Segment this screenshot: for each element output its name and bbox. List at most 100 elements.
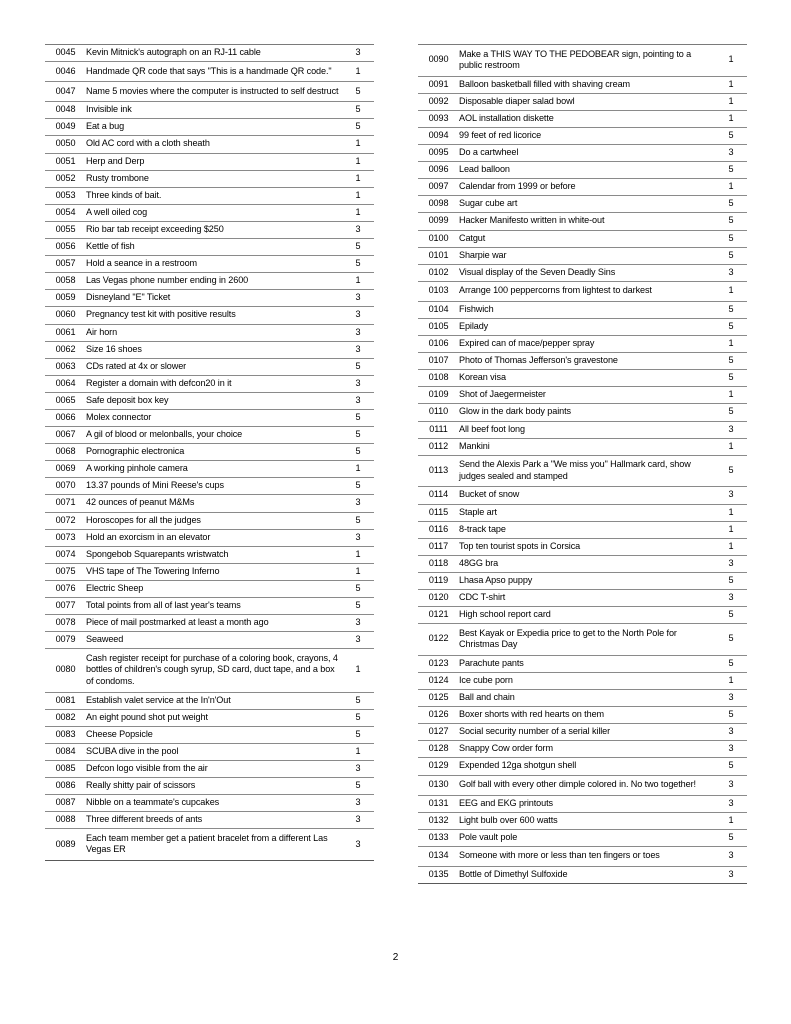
item-description: Snappy Cow order form bbox=[459, 743, 553, 754]
item-description: 42 ounces of peanut M&Ms bbox=[86, 497, 195, 508]
item-id: 0100 bbox=[428, 232, 449, 243]
table-row: 0065 Safe deposit box key 3 bbox=[45, 392, 374, 410]
item-id: 0086 bbox=[55, 780, 76, 791]
item-description: Three kinds of bait. bbox=[86, 189, 162, 200]
item-score: 1 bbox=[355, 745, 361, 756]
item-id: 0095 bbox=[428, 147, 449, 158]
item-description: Total points from all of last year's tea… bbox=[86, 600, 241, 610]
item-description: Top ten tourist spots in Corsica bbox=[459, 540, 581, 551]
item-id: 0056 bbox=[55, 241, 76, 252]
item-score: 3 bbox=[728, 850, 734, 861]
item-score: 5 bbox=[355, 104, 361, 115]
item-score: 3 bbox=[355, 497, 361, 508]
item-score: 1 bbox=[728, 523, 734, 534]
table-body-left: 0045 Kevin Mitnick's autograph on an RJ-1… bbox=[45, 45, 374, 861]
item-id: 0129 bbox=[428, 760, 449, 771]
item-description: Pole vault pole bbox=[459, 831, 518, 842]
item-id: 0057 bbox=[55, 258, 76, 269]
item-description: An eight pound shot put weight bbox=[86, 711, 208, 722]
item-score: 5 bbox=[355, 711, 361, 722]
item-id: 0128 bbox=[428, 743, 449, 754]
item-description: AOL installation diskette bbox=[459, 112, 554, 123]
item-description: Light bulb over 600 watts bbox=[459, 814, 558, 825]
table-row: 0069 A working pinhole camera 1 bbox=[45, 461, 374, 478]
table-row: 0053 Three kinds of bait. 1 bbox=[45, 187, 374, 205]
item-id: 0107 bbox=[428, 355, 449, 366]
item-id: 0049 bbox=[55, 121, 76, 132]
item-id: 0072 bbox=[55, 514, 76, 525]
item-id: 0121 bbox=[428, 609, 449, 620]
item-score: 5 bbox=[355, 360, 361, 371]
item-id: 0089 bbox=[55, 838, 76, 849]
item-description: Lead balloon bbox=[459, 164, 510, 175]
item-score: 3 bbox=[728, 489, 734, 500]
table-row: 0092 Disposable diaper salad bowl 1 bbox=[418, 93, 747, 111]
table-row: 0097 Calendar from 1999 or before 1 bbox=[418, 179, 747, 196]
table-row: 0061 Air horn 3 bbox=[45, 324, 374, 342]
table-row: 0056 Kettle of fish 5 bbox=[45, 239, 374, 256]
item-score: 1 bbox=[728, 440, 734, 451]
item-id: 0048 bbox=[55, 104, 76, 115]
item-id: 0122 bbox=[428, 633, 449, 644]
item-description: Pregnancy test kit with positive results bbox=[86, 309, 236, 320]
item-id: 0062 bbox=[55, 343, 76, 354]
item-id: 0093 bbox=[428, 112, 449, 123]
table-row: 0125 Ball and chain 3 bbox=[418, 690, 747, 707]
item-description: Really shitty pair of scissors bbox=[86, 780, 196, 791]
table-row: 0110 Glow in the dark body paints 5 bbox=[418, 404, 747, 422]
item-score: 5 bbox=[355, 258, 361, 269]
item-description: Hacker Manifesto written in white-out bbox=[459, 215, 605, 226]
item-description: Cheese Popsicle bbox=[86, 728, 153, 739]
item-description: Golf ball with every other dimple colore… bbox=[459, 779, 696, 790]
item-score: 3 bbox=[728, 797, 734, 808]
table-row: 0083 Cheese Popsicle 5 bbox=[45, 726, 374, 744]
table-row: 0088 Three different breeds of ants 3 bbox=[45, 812, 374, 829]
table-row: 0064 Register a domain with defcon20 in i… bbox=[45, 375, 374, 393]
item-id: 0076 bbox=[55, 582, 76, 593]
table-body-right: 0090 Make a THIS WAY TO THE PEDOBEAR sign… bbox=[418, 45, 747, 884]
item-score: 1 bbox=[728, 285, 734, 296]
item-id: 0045 bbox=[55, 47, 76, 57]
table-row: 0067 A gil of blood or melonballs, your c… bbox=[45, 427, 374, 444]
item-score: 5 bbox=[355, 480, 361, 491]
item-description: Rusty trombone bbox=[86, 172, 149, 183]
table-row: 0118 48GG bra 3 bbox=[418, 555, 747, 573]
table-row: 0113 Send the Alexis Park a "We miss you"… bbox=[418, 455, 747, 487]
item-id: 0083 bbox=[55, 728, 76, 739]
table-row: 0127 Social security number of a serial k… bbox=[418, 724, 747, 741]
item-description: 48GG bra bbox=[459, 557, 499, 568]
item-description: Shot of Jaegermeister bbox=[459, 389, 546, 400]
item-score: 1 bbox=[728, 540, 734, 551]
table-row: 0100 Catgut 5 bbox=[418, 230, 747, 248]
item-description: Best Kayak or Expedia price to get to th… bbox=[459, 627, 677, 650]
item-id: 0070 bbox=[55, 480, 76, 491]
item-score: 3 bbox=[728, 592, 734, 602]
table-row: 0048 Invisible ink 5 bbox=[45, 102, 374, 119]
item-id: 0046 bbox=[55, 65, 76, 76]
item-score: 1 bbox=[355, 138, 361, 149]
item-description: Visual display of the Seven Deadly Sins bbox=[459, 266, 616, 277]
left-column: 0045 Kevin Mitnick's autograph on an RJ-1… bbox=[45, 44, 374, 861]
item-description: Cash register receipt for purchase of a … bbox=[86, 652, 338, 686]
table-row: 0101 Sharpie war 5 bbox=[418, 247, 747, 265]
item-description: A well oiled cog bbox=[86, 206, 148, 217]
item-id: 0112 bbox=[428, 440, 449, 451]
item-description: Someone with more or less than ten finge… bbox=[459, 850, 660, 861]
item-id: 0109 bbox=[428, 389, 449, 400]
item-id: 0114 bbox=[428, 489, 449, 500]
item-score: 1 bbox=[728, 78, 734, 89]
item-description: Each team member get a patient bracelet … bbox=[86, 832, 328, 855]
item-score: 3 bbox=[355, 292, 361, 303]
table-row: 0103 Arrange 100 peppercorns from lightes… bbox=[418, 281, 747, 302]
table-row: 0045 Kevin Mitnick's autograph on an RJ-1… bbox=[45, 45, 374, 62]
item-description: Hold an exorcism in an elevator bbox=[86, 531, 211, 542]
item-id: 0104 bbox=[428, 303, 449, 314]
table-row: 0059 Disneyland "E" Ticket 3 bbox=[45, 290, 374, 307]
table-row: 0095 Do a cartwheel 3 bbox=[418, 145, 747, 162]
item-id: 0116 bbox=[428, 523, 449, 534]
table-row: 0076 Electric Sheep 5 bbox=[45, 580, 374, 598]
table-row: 0087 Nibble on a teammate's cupcakes 3 bbox=[45, 795, 374, 812]
item-score: 5 bbox=[355, 514, 361, 525]
item-description: Send the Alexis Park a "We miss you" Hal… bbox=[459, 459, 691, 481]
item-description: Molex connector bbox=[86, 411, 152, 422]
